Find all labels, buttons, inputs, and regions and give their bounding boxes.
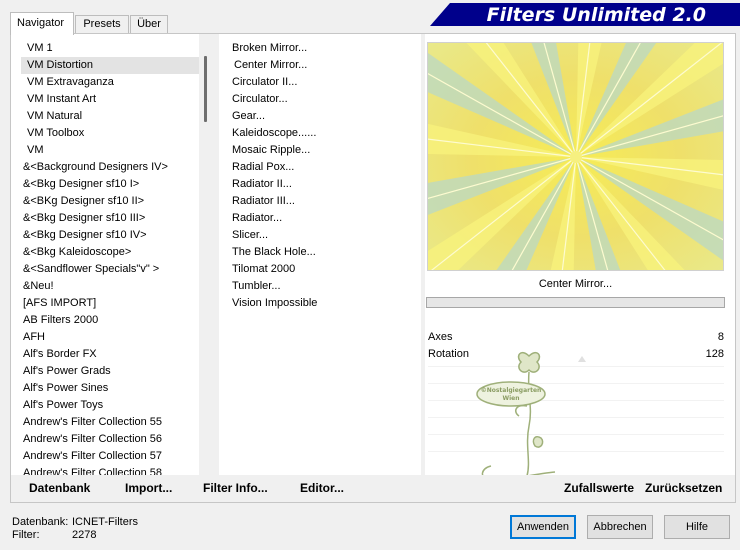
tab-presets[interactable]: Presets [75, 15, 129, 34]
category-item[interactable]: VM Extravaganza [21, 74, 199, 91]
param-axes-value: 8 [717, 331, 724, 343]
filter-item[interactable]: Tumbler... [229, 278, 419, 295]
apply-button[interactable]: Anwenden [510, 515, 576, 539]
navigator-panel: VM 1 VM Distortion VM Extravaganza VM Insta… [10, 33, 736, 503]
database-button[interactable]: Datenbank [29, 481, 90, 495]
cancel-button[interactable]: Abbrechen [587, 515, 653, 539]
category-item[interactable]: Andrew's Filter Collection 56 [21, 431, 199, 448]
status-database: Datenbank: ICNET-Filters [12, 516, 138, 528]
filter-item[interactable]: Vision Impossible [229, 295, 419, 312]
filter-item-selected-label: Center Mirror... [234, 59, 308, 71]
category-item[interactable]: VM Natural [21, 108, 199, 125]
param-axes[interactable]: Axes 8 [428, 329, 724, 346]
param-rotation-slider-thumb[interactable] [578, 356, 586, 362]
filter-item[interactable]: Mosaic Ripple... [229, 142, 419, 159]
status-filter: Filter: 2278 [12, 529, 96, 541]
category-scrollbar-track[interactable] [199, 34, 219, 475]
filter-item[interactable]: Radiator... [229, 210, 419, 227]
category-item[interactable]: [AFS IMPORT] [21, 295, 199, 312]
import-button[interactable]: Import... [125, 481, 172, 495]
center-mirror-preview [428, 43, 723, 270]
category-item[interactable]: Alf's Border FX [21, 346, 199, 363]
category-item[interactable]: &<BKg Designer sf10 II> [21, 193, 199, 210]
filter-item[interactable]: Tilomat 2000 [229, 261, 419, 278]
status-filter-value: 2278 [72, 529, 97, 541]
filter-item[interactable]: Slicer... [229, 227, 419, 244]
category-item[interactable]: VM [21, 142, 199, 159]
category-item[interactable]: &<Background Designers IV> [21, 159, 199, 176]
banner-title: Filters Unlimited 2.0 [486, 4, 706, 26]
category-item[interactable]: Alf's Power Toys [21, 397, 199, 414]
progress-bar [426, 297, 725, 308]
category-item[interactable]: Alf's Power Sines [21, 380, 199, 397]
param-axes-label: Axes [428, 331, 453, 343]
category-scrollbar-thumb[interactable] [204, 56, 207, 122]
editor-button[interactable]: Editor... [300, 481, 344, 495]
filter-item[interactable]: Center Mirror... [229, 57, 419, 74]
tab-navigator[interactable]: Navigator [10, 12, 74, 35]
status-database-value: ICNET-Filters [72, 516, 138, 528]
category-item[interactable]: &<Bkg Kaleidoscope> [21, 244, 199, 261]
filter-info-button[interactable]: Filter Info... [203, 481, 268, 495]
reset-button[interactable]: Zurücksetzen [645, 481, 722, 495]
filter-item[interactable]: The Black Hole... [229, 244, 419, 261]
filter-item[interactable]: Gear... [229, 108, 419, 125]
watermark-logo: ©Nostalgiegarten Wien [471, 346, 567, 488]
param-rotation-value: 128 [705, 348, 724, 360]
panel-button-bar: Datenbank Import... Filter Info... Edito… [11, 475, 735, 502]
filter-list[interactable]: Broken Mirror... Center Mirror... Circulat… [229, 40, 419, 476]
random-values-button[interactable]: Zufallswerte [564, 481, 634, 495]
tab-ueber[interactable]: Über [130, 15, 168, 34]
filter-item[interactable]: Radiator III... [229, 193, 419, 210]
title-banner: Filters Unlimited 2.0 [430, 3, 740, 26]
category-list[interactable]: VM 1 VM Distortion VM Extravaganza VM Insta… [21, 40, 199, 476]
category-item[interactable]: &<Bkg Designer sf10 IV> [21, 227, 199, 244]
effect-name-label: Center Mirror... [538, 278, 613, 290]
category-item[interactable]: Andrew's Filter Collection 55 [21, 414, 199, 431]
filter-item[interactable]: Kaleidoscope...... [229, 125, 419, 142]
category-item[interactable]: VM Toolbox [21, 125, 199, 142]
filter-item[interactable]: Circulator II... [229, 74, 419, 91]
category-item[interactable]: Alf's Power Grads [21, 363, 199, 380]
category-item[interactable]: &<Sandflower Specials"v" > [21, 261, 199, 278]
filter-item[interactable]: Radiator II... [229, 176, 419, 193]
category-item[interactable]: AB Filters 2000 [21, 312, 199, 329]
category-item[interactable]: VM Instant Art [21, 91, 199, 108]
watermark-text-2: Wien [502, 395, 519, 402]
filter-item[interactable]: Broken Mirror... [229, 40, 419, 57]
param-rotation-label: Rotation [428, 348, 469, 360]
preview-image [427, 42, 724, 271]
help-button[interactable]: Hilfe [664, 515, 730, 539]
category-item[interactable]: VM 1 [21, 40, 199, 57]
filter-item[interactable]: Radial Pox... [229, 159, 419, 176]
category-item[interactable]: AFH [21, 329, 199, 346]
filter-item[interactable]: Circulator... [229, 91, 419, 108]
watermark-text: ©Nostalgiegarten [481, 387, 542, 394]
category-item[interactable]: VM Distortion [21, 57, 199, 74]
status-database-label: Datenbank: [12, 516, 69, 528]
category-item[interactable]: Andrew's Filter Collection 57 [21, 448, 199, 465]
status-filter-label: Filter: [12, 529, 40, 541]
category-item[interactable]: &<Bkg Designer sf10 III> [21, 210, 199, 227]
category-item[interactable]: &<Bkg Designer sf10 I> [21, 176, 199, 193]
category-item[interactable]: &Neu! [21, 278, 199, 295]
